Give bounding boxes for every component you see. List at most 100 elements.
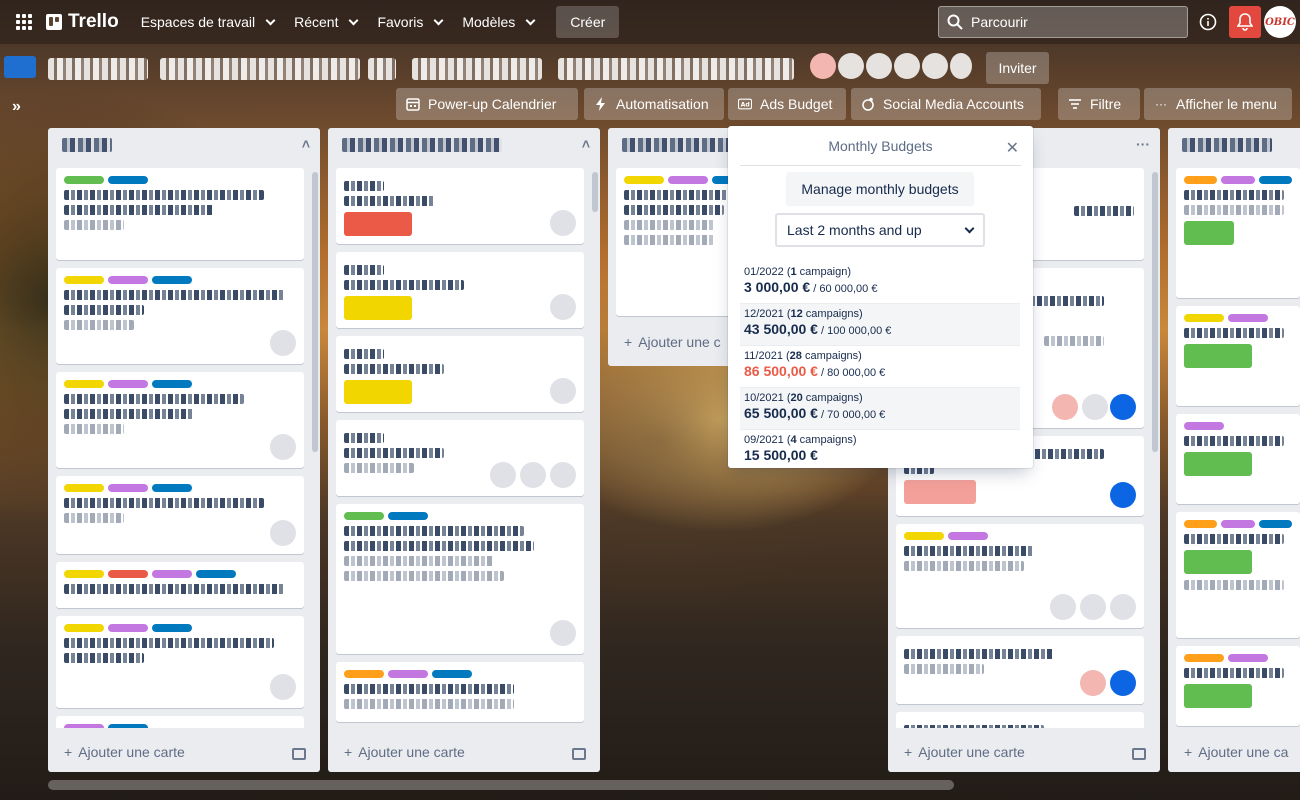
horizontal-scrollbar[interactable] [48, 780, 954, 790]
card[interactable] [336, 168, 584, 244]
period-select[interactable]: Last 2 months and up [775, 213, 985, 247]
filter-button[interactable]: Filtre [1058, 88, 1140, 120]
card[interactable] [896, 524, 1144, 628]
plus-icon: + [904, 744, 913, 760]
search-box[interactable] [938, 6, 1188, 38]
card[interactable] [896, 636, 1144, 704]
list-header[interactable] [1168, 128, 1300, 166]
month-amount: 3 000,00 € / 60 000,00 € [744, 279, 1016, 298]
card-container [1176, 168, 1300, 728]
month-period: 10/2021 ( [744, 392, 791, 404]
blurred-workspace [412, 58, 542, 80]
add-card-button[interactable]: + Ajouter une c [624, 334, 721, 350]
add-card-label: Ajouter une carte [78, 744, 185, 760]
manage-budgets-button[interactable]: Manage monthly budgets [786, 172, 974, 206]
collapse-icon[interactable]: ˄ [582, 136, 590, 152]
month-campaigns: 01/2022 (1 campaign) [744, 266, 1016, 279]
close-icon[interactable]: ✕ [1006, 138, 1019, 158]
list-scrollbar[interactable] [312, 172, 318, 452]
filter-icon [1068, 97, 1082, 111]
app-switcher-button[interactable] [8, 6, 40, 38]
nav-recent[interactable]: Récent [284, 6, 367, 38]
campaign-unit: campaign) [796, 266, 852, 278]
nav-favorites[interactable]: Favoris [367, 6, 452, 38]
card[interactable] [1176, 306, 1300, 406]
campaign-unit: campaigns) [801, 350, 862, 362]
plus-icon: + [1184, 744, 1193, 760]
ads-budget-button[interactable]: Ad Ads Budget [728, 88, 846, 120]
blurred-list-title [1182, 138, 1272, 152]
add-card-button[interactable]: + Ajouter une carte [904, 744, 1025, 760]
nav-templates[interactable]: Modèles [452, 6, 544, 38]
card[interactable] [336, 420, 584, 496]
month-period: 12/2021 ( [744, 308, 791, 320]
invite-button[interactable]: Inviter [986, 52, 1049, 84]
logo-text: Trello [68, 11, 119, 32]
card[interactable] [1176, 646, 1300, 726]
campaign-count: 20 [790, 392, 803, 404]
chevron-down-icon [964, 223, 975, 233]
card[interactable] [1176, 414, 1300, 504]
list-header[interactable]: ˄ [48, 128, 320, 166]
calendar-icon [406, 97, 420, 111]
budget-limit: / 60 000,00 € [810, 283, 878, 295]
card[interactable] [896, 712, 1144, 728]
add-card-button[interactable]: + Ajouter une ca [1184, 744, 1288, 760]
card[interactable] [56, 716, 304, 728]
spent-amount: 3 000,00 € [744, 279, 811, 295]
trello-logo[interactable]: Trello [40, 6, 131, 38]
collapse-icon[interactable]: ˄ [302, 136, 310, 152]
budget-limit: / 80 000,00 € [817, 367, 886, 379]
list-menu-icon[interactable]: ··· [1136, 136, 1150, 152]
card[interactable] [56, 168, 304, 260]
powerup-label: Ads Budget [760, 96, 833, 112]
list-header[interactable]: ˄ [328, 128, 600, 166]
info-button[interactable] [1196, 10, 1220, 34]
calendar-powerup-button[interactable]: Power-up Calendrier [396, 88, 578, 120]
list-column: + Ajouter une ca [1168, 128, 1300, 772]
user-avatar[interactable]: OBIC [1264, 6, 1296, 38]
create-button[interactable]: Créer [556, 6, 620, 38]
campaign-count: 12 [790, 308, 803, 320]
add-card-label: Ajouter une ca [1198, 744, 1289, 760]
spent-amount: 65 500,00 € [744, 405, 818, 421]
template-icon[interactable] [572, 748, 586, 760]
budget-month-row: 10/2021 (20 campaigns) 65 500,00 € / 70 0… [740, 387, 1020, 430]
card[interactable] [56, 616, 304, 708]
template-icon[interactable] [292, 748, 306, 760]
card[interactable] [336, 336, 584, 412]
card[interactable] [56, 562, 304, 608]
template-icon[interactable] [1132, 748, 1146, 760]
card[interactable] [336, 252, 584, 328]
powerup-label: Social Media Accounts [883, 96, 1024, 112]
notifications-button[interactable] [1229, 6, 1261, 38]
add-card-button[interactable]: + Ajouter une carte [64, 744, 185, 760]
lightning-icon [594, 97, 608, 111]
chevron-down-icon [265, 15, 276, 25]
month-campaigns: 09/2021 (4 campaigns) [744, 434, 1016, 447]
card[interactable] [1176, 512, 1300, 638]
show-menu-button[interactable]: ··· Afficher le menu [1144, 88, 1292, 120]
board-members[interactable] [810, 53, 972, 83]
month-campaigns: 11/2021 (28 campaigns) [744, 350, 1016, 363]
automation-button[interactable]: Automatisation [584, 88, 724, 120]
monthly-budget-list: 01/2022 (1 campaign) 3 000,00 € / 60 000,… [740, 262, 1020, 469]
spent-amount: 15 500,00 € [744, 447, 818, 463]
list-scrollbar[interactable] [1152, 172, 1158, 452]
nav-workspaces[interactable]: Espaces de travail [131, 6, 284, 38]
card[interactable] [56, 372, 304, 468]
search-input[interactable] [971, 14, 1161, 30]
card[interactable] [336, 504, 584, 654]
blurred-list-title [622, 138, 732, 152]
social-media-accounts-button[interactable]: Social Media Accounts [851, 88, 1041, 120]
expand-sidebar-icon[interactable]: » [12, 98, 21, 116]
powerup-label: Automatisation [616, 96, 709, 112]
add-card-button[interactable]: + Ajouter une carte [344, 744, 465, 760]
monthly-budgets-popover: Monthly Budgets ✕ Manage monthly budgets… [728, 126, 1033, 468]
plus-icon: + [64, 744, 73, 760]
card[interactable] [1176, 168, 1300, 298]
card[interactable] [56, 268, 304, 364]
card[interactable] [336, 662, 584, 722]
list-scrollbar[interactable] [592, 172, 598, 212]
card[interactable] [56, 476, 304, 554]
